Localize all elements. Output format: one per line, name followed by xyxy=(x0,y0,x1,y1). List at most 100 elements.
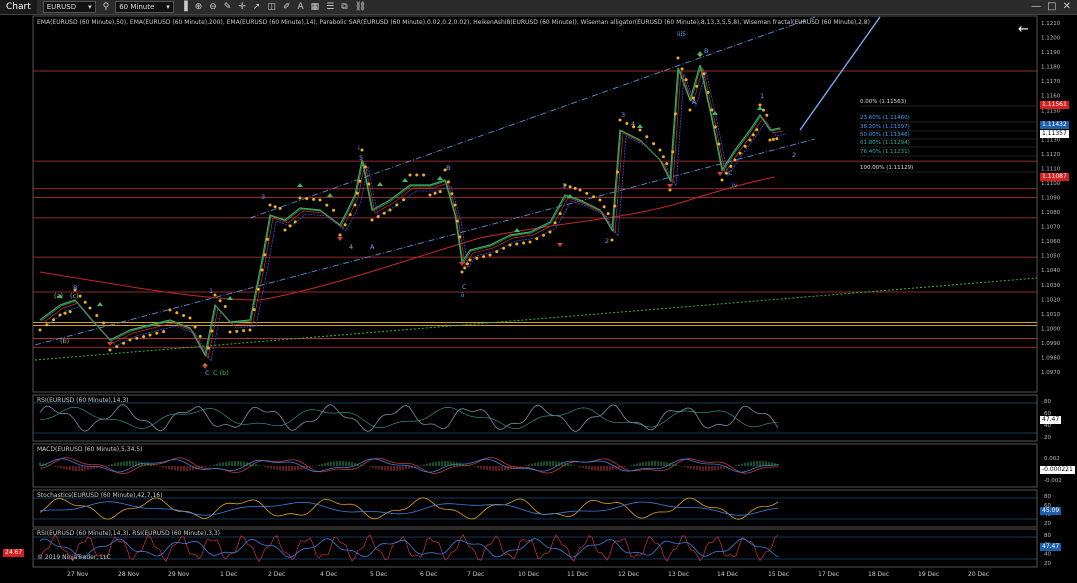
sar-dot xyxy=(108,348,112,352)
sar-dot xyxy=(684,78,688,82)
price-axis-label: 1.1070 xyxy=(1041,225,1061,231)
date-axis-label: 7 Dec xyxy=(467,571,485,578)
main-indicators-caption: EMA(EURUSD (60 Minute),50), EMA(EURUSD (… xyxy=(37,19,870,26)
price-axis-label: 1.1030 xyxy=(1041,283,1061,289)
price-axis-label: 1.1090 xyxy=(1041,196,1061,202)
back-arrow-icon[interactable]: ← xyxy=(1018,22,1029,37)
fractal-up-arrow xyxy=(637,124,643,128)
sar-dot xyxy=(408,173,412,177)
sar-dot xyxy=(312,197,316,201)
price-axis-label: 1.1000 xyxy=(1041,326,1061,332)
main-panel-frame xyxy=(32,15,1038,393)
sar-dot xyxy=(592,195,596,199)
date-axis-label: 17 Dec xyxy=(818,571,840,578)
alligator-lips-line xyxy=(40,65,782,358)
wave-label: C xyxy=(462,283,467,291)
sar-dot xyxy=(135,336,139,340)
sar-dot xyxy=(298,196,302,200)
rsi2-caption: RSI(EURUSD (60 Minute),14,3), RSI(EURUSD… xyxy=(37,530,220,537)
fractal-up-arrow xyxy=(437,176,443,180)
projection-line xyxy=(799,16,881,131)
sar-dot xyxy=(402,198,406,202)
sar-dot xyxy=(363,165,367,169)
stochastics-caption: Stochastics(EURUSD (60 Minute),42,7,16) xyxy=(37,492,163,499)
copyright-text: © 2019 NinjaTrader, LLC xyxy=(37,554,111,561)
sar-dot xyxy=(638,128,642,132)
wave-label: 2 xyxy=(792,151,796,159)
date-axis-label: 5 Dec xyxy=(370,571,388,578)
sar-dot xyxy=(162,330,166,334)
sar-dot xyxy=(463,266,467,270)
wave-label: 3 xyxy=(621,111,625,119)
fractal-up-arrow xyxy=(377,182,383,186)
fractal-up-arrow xyxy=(297,183,303,187)
fractal-down-arrow xyxy=(557,243,563,247)
sar-dot xyxy=(558,212,562,216)
sar-dot xyxy=(52,318,56,322)
sar-dot xyxy=(702,72,706,76)
wave-label: B xyxy=(446,164,450,172)
wave-label: 5 xyxy=(359,154,363,162)
sar-dot xyxy=(460,270,464,274)
wave-label: 1 xyxy=(562,182,566,190)
rsi-value-badge: 47.47 xyxy=(1040,416,1062,424)
sar-dot xyxy=(768,138,772,142)
sar-dot xyxy=(338,233,342,237)
rsi-signal-line xyxy=(39,406,778,429)
sar-dot xyxy=(625,121,629,125)
fractal-down-arrow xyxy=(337,237,343,241)
wave-label: (b) xyxy=(60,337,69,345)
sar-dot xyxy=(652,142,656,146)
sar-dot xyxy=(458,235,462,239)
sar-dot xyxy=(155,331,159,335)
price-axis-label: 1.1060 xyxy=(1041,239,1061,245)
fractal-up-arrow xyxy=(227,296,233,300)
sar-dot xyxy=(58,313,62,317)
sar-dot xyxy=(602,205,606,209)
sar-dot xyxy=(751,133,755,137)
sar-dot xyxy=(63,311,67,315)
sar-dot xyxy=(128,338,132,342)
sar-dot xyxy=(273,205,277,209)
channel-lower-line xyxy=(34,138,816,346)
wave-label: 1 xyxy=(760,92,764,100)
sar-dot xyxy=(542,233,546,237)
price-badge-current: 1.11432 xyxy=(1040,121,1069,129)
sar-dot xyxy=(743,144,747,148)
price-axis-label: 1.1050 xyxy=(1041,254,1061,260)
fractal-up-arrow xyxy=(514,228,520,232)
price-axis-label: 1.1180 xyxy=(1041,65,1061,71)
sar-dot xyxy=(332,208,336,212)
macd-caption: MACD(EURUSD (60 Minute),5,34,5) xyxy=(37,446,143,453)
date-axis-label: 12 Dec xyxy=(618,571,640,578)
sar-dot xyxy=(606,212,610,216)
wave-label: iv xyxy=(732,181,738,189)
sar-dot xyxy=(568,185,572,189)
sar-dot xyxy=(502,246,506,250)
date-axis-label: 18 Dec xyxy=(868,571,890,578)
sar-dot xyxy=(268,203,272,207)
sar-dot xyxy=(223,305,227,309)
sar-dot xyxy=(278,206,282,210)
fractal-up-arrow xyxy=(697,51,703,55)
sar-dot xyxy=(38,328,42,332)
sar-dot xyxy=(673,112,677,116)
sar-dot xyxy=(482,255,486,259)
sar-dot xyxy=(548,230,552,234)
wave-label: C xyxy=(728,169,733,177)
sar-dot xyxy=(206,346,210,350)
sar-dot xyxy=(755,128,759,132)
sar-dot xyxy=(433,191,437,195)
sar-dot xyxy=(78,294,82,298)
price-axis-label: 1.0970 xyxy=(1041,370,1061,376)
fib-level-label: 23.60% (1.11460) xyxy=(860,115,910,121)
price-axis-label: 1.1040 xyxy=(1041,268,1061,274)
sar-dot xyxy=(578,188,582,192)
sar-dot xyxy=(713,125,717,129)
wave-label: C xyxy=(205,369,210,377)
wave-label: B xyxy=(704,47,708,55)
rsi2-left-badge: 24.67 xyxy=(3,549,25,557)
sar-dot xyxy=(775,137,779,141)
sar-dot xyxy=(695,84,699,88)
sar-dot xyxy=(122,341,126,345)
